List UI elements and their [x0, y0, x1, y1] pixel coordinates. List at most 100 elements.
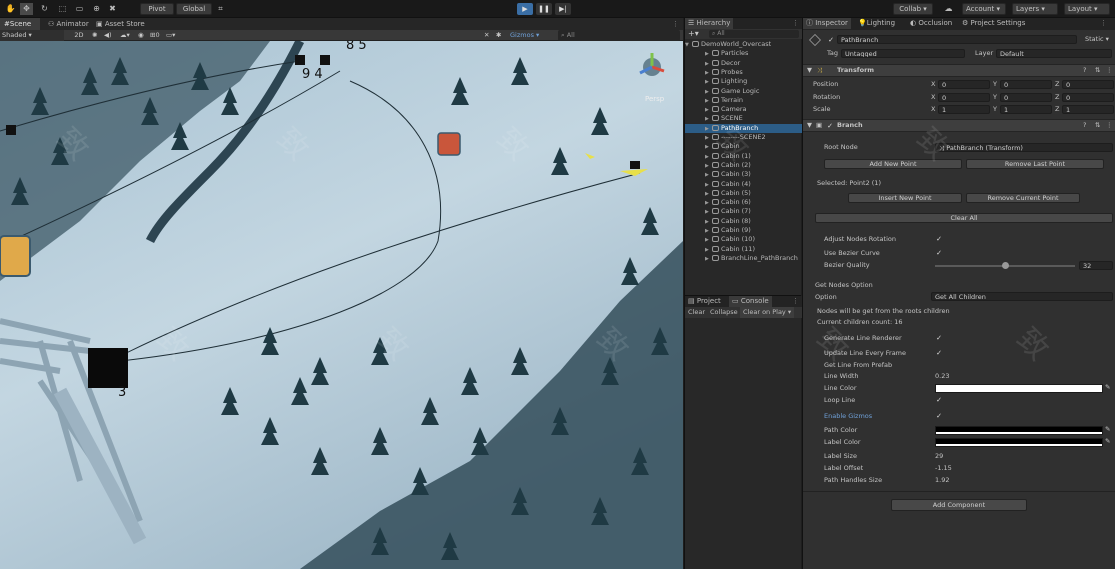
play-button[interactable]: ▶: [517, 3, 533, 15]
label-size-field[interactable]: 29: [935, 452, 943, 461]
enable-gizmos-checkbox[interactable]: ✓: [935, 412, 943, 420]
camera-settings-icon[interactable]: ▭▾: [166, 30, 175, 41]
hierarchy-item[interactable]: ▶ Cabin (1): [685, 152, 802, 161]
bezier-quality-slider[interactable]: [935, 262, 1075, 269]
console-clear-button[interactable]: Clear: [685, 307, 708, 318]
path-color-swatch[interactable]: [935, 426, 1103, 435]
layout-dropdown[interactable]: Layout ▾: [1064, 3, 1110, 15]
tab-asset-store[interactable]: ▣ Asset Store: [92, 18, 149, 30]
tab-animator[interactable]: ⚇ Animator: [44, 18, 93, 30]
custom-tool-icon[interactable]: ✖: [106, 3, 119, 15]
transform-header[interactable]: ▼ ⤨ Transform ? ⇅ ⋮: [803, 64, 1115, 77]
hierarchy-item[interactable]: ▶ Cabin (6): [685, 198, 802, 207]
scale-tool-icon[interactable]: ⬚: [56, 3, 69, 15]
tab-menu-icon[interactable]: ⋮: [668, 18, 683, 30]
layers-dropdown[interactable]: Layers ▾: [1012, 3, 1058, 15]
hierarchy-search-input[interactable]: ⌕ All: [709, 30, 799, 38]
slider-thumb[interactable]: [1001, 262, 1009, 269]
hierarchy-item[interactable]: ▶ Cabin (2): [685, 161, 802, 170]
gizmos-dropdown[interactable]: Gizmos ▾: [510, 30, 539, 41]
hidden-objects-icon[interactable]: ◉: [138, 30, 144, 41]
line-width-field[interactable]: 0.23: [935, 372, 949, 381]
path-handles-size-field[interactable]: 1.92: [935, 476, 949, 485]
account-dropdown[interactable]: Account ▾: [962, 3, 1006, 15]
help-icon[interactable]: ?: [1083, 121, 1086, 130]
hierarchy-item[interactable]: ▶ Terrain: [685, 96, 802, 105]
use-bezier-curve-checkbox[interactable]: ✓: [935, 249, 943, 257]
scene-search-input[interactable]: ⌕ All: [558, 30, 680, 41]
remove-last-point-button[interactable]: Remove Last Point: [966, 159, 1104, 169]
option-dropdown[interactable]: Get All Children: [931, 292, 1113, 301]
tab-inspector[interactable]: ⓘ Inspector: [803, 18, 851, 29]
tab-lighting[interactable]: 💡Lighting: [855, 18, 898, 29]
component-menu-icon[interactable]: ⋮: [1106, 121, 1113, 130]
hierarchy-scene-row[interactable]: ▼ DemoWorld_Overcast: [685, 40, 802, 49]
transform-z-field[interactable]: 1: [1062, 105, 1114, 114]
transform-z-field[interactable]: 0: [1062, 80, 1114, 89]
generate-line-renderer-checkbox[interactable]: ✓: [935, 334, 943, 342]
label-color-swatch[interactable]: [935, 438, 1103, 447]
line-color-swatch[interactable]: [935, 384, 1103, 393]
pause-button[interactable]: ❚❚: [536, 3, 552, 15]
eyedropper-icon[interactable]: ✎: [1105, 437, 1110, 446]
scene-viewport[interactable]: 8 5 9 4 3 Persp: [0, 41, 683, 569]
hierarchy-item[interactable]: ▶ Probes: [685, 68, 802, 77]
add-component-button[interactable]: Add Component: [891, 499, 1027, 511]
hierarchy-item[interactable]: ▶ Cabin (11): [685, 245, 802, 254]
bezier-quality-field[interactable]: 32: [1079, 261, 1113, 270]
tab-occlusion[interactable]: ◐ Occlusion: [907, 18, 955, 29]
remove-current-point-button[interactable]: Remove Current Point: [966, 193, 1080, 203]
insert-new-point-button[interactable]: Insert New Point: [848, 193, 962, 203]
tag-dropdown[interactable]: Untagged: [841, 49, 965, 58]
transform-x-field[interactable]: 0: [938, 80, 990, 89]
hierarchy-item[interactable]: ▶ Cabin (9): [685, 226, 802, 235]
move-tool-icon[interactable]: ✥: [20, 3, 33, 15]
hierarchy-item[interactable]: ▶ Cabin: [685, 142, 802, 151]
hierarchy-item[interactable]: ▶ Cabin (3): [685, 170, 802, 179]
hierarchy-item[interactable]: ▶ Cabin (8): [685, 217, 802, 226]
layer-dropdown[interactable]: Default: [996, 49, 1112, 58]
transform-x-field[interactable]: 1: [938, 105, 990, 114]
shading-dropdown[interactable]: Shaded ▾: [0, 30, 64, 41]
label-offset-field[interactable]: -1.15: [935, 464, 952, 473]
collab-dropdown[interactable]: Collab ▾: [893, 3, 933, 15]
active-checkbox[interactable]: ✓: [827, 36, 835, 44]
rotate-tool-icon[interactable]: ↻: [38, 3, 51, 15]
add-object-button[interactable]: +▾: [688, 29, 699, 39]
static-toggle[interactable]: Static ▾: [1085, 35, 1109, 44]
hierarchy-item[interactable]: ▶ Cabin (7): [685, 207, 802, 216]
console-collapse-button[interactable]: Collapse: [707, 307, 741, 318]
eyedropper-icon[interactable]: ✎: [1105, 383, 1110, 392]
rect-tool-icon[interactable]: ▭: [73, 3, 86, 15]
branch-header[interactable]: ▼ ▣ ✓ Branch ? ⇅ ⋮: [803, 119, 1115, 132]
help-icon[interactable]: ?: [1083, 66, 1086, 75]
hierarchy-item[interactable]: ▶ SCENE: [685, 114, 802, 123]
hierarchy-item[interactable]: ▶ Decor: [685, 59, 802, 68]
preset-icon[interactable]: ⇅: [1095, 121, 1100, 130]
inspector-menu-icon[interactable]: ⋮: [1097, 18, 1110, 29]
pivot-toggle[interactable]: Pivot: [140, 3, 174, 15]
adjust-nodes-rotation-checkbox[interactable]: ✓: [935, 235, 943, 243]
step-button[interactable]: ▶|: [555, 3, 571, 15]
loop-line-checkbox[interactable]: ✓: [935, 396, 943, 404]
hierarchy-item[interactable]: ▶ Particles: [685, 49, 802, 58]
tab-hierarchy[interactable]: ☰ Hierarchy: [685, 18, 734, 29]
transform-y-field[interactable]: 1: [1000, 105, 1052, 114]
hierarchy-item[interactable]: ▶ Game Logic: [685, 87, 802, 96]
audio-toggle-icon[interactable]: ◀): [104, 30, 112, 41]
hierarchy-item[interactable]: ▶ Lighting: [685, 77, 802, 86]
update-line-every-frame-checkbox[interactable]: ✓: [935, 349, 943, 357]
hierarchy-item[interactable]: ▶ Cabin (4): [685, 180, 802, 189]
clear-all-button[interactable]: Clear All: [815, 213, 1113, 223]
tab-project-settings[interactable]: ⚙ Project Settings: [959, 18, 1028, 29]
hierarchy-menu-icon[interactable]: ⋮: [789, 18, 802, 29]
tools-icon[interactable]: ✕: [484, 30, 489, 41]
transform-x-field[interactable]: 0: [938, 92, 990, 102]
branch-enabled-checkbox[interactable]: ✓: [826, 122, 834, 130]
expand-arrow-icon[interactable]: ▶: [705, 255, 712, 264]
console-menu-icon[interactable]: ⋮: [789, 296, 802, 307]
hierarchy-item[interactable]: ▶ Cabin (10): [685, 235, 802, 244]
tab-project[interactable]: ▤ Project: [685, 296, 724, 307]
hand-tool-icon[interactable]: ✋: [4, 3, 17, 15]
global-toggle[interactable]: Global: [176, 3, 212, 15]
